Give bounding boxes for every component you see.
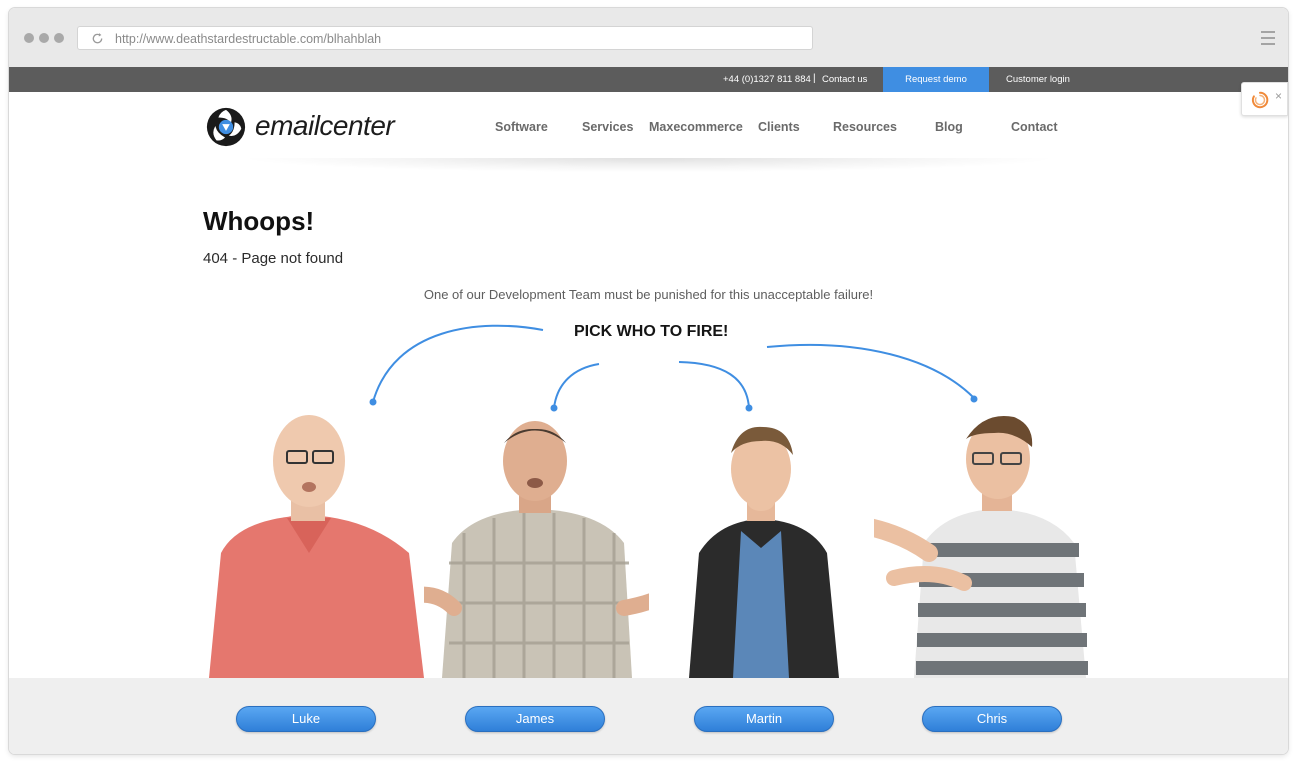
error-subtitle: 404 - Page not found	[203, 250, 344, 267]
side-feedback-widget[interactable]: ×	[1241, 82, 1288, 116]
nav-shadow-divider	[249, 158, 1049, 172]
fire-chris-button[interactable]: Chris	[922, 706, 1062, 732]
nav-blog[interactable]: Blog	[935, 120, 963, 134]
site-logo[interactable]: emailcenter	[205, 106, 395, 150]
fire-martin-button[interactable]: Martin	[694, 706, 834, 732]
nav-clients[interactable]: Clients	[758, 120, 800, 134]
person-martin[interactable]	[649, 403, 874, 678]
reload-icon[interactable]	[91, 32, 104, 45]
close-window-dot[interactable]	[24, 33, 34, 43]
request-demo-button[interactable]: Request demo	[883, 67, 989, 92]
fire-james-button[interactable]: James	[465, 706, 605, 732]
customer-login-link[interactable]: Customer login	[1006, 74, 1070, 85]
browser-toolbar: http://www.deathstardestructable.com/blh…	[9, 8, 1288, 67]
pointer-arrows	[369, 324, 978, 412]
contact-us-link[interactable]: Contact us	[822, 74, 867, 85]
url-text[interactable]: http://www.deathstardestructable.com/blh…	[115, 32, 381, 46]
nav-maxecommerce[interactable]: Maxecommerce	[649, 120, 743, 134]
emailcenter-logo-icon	[206, 107, 246, 147]
nav-contact[interactable]: Contact	[1011, 120, 1058, 134]
fire-selection-bar: Luke James Martin Chris	[9, 678, 1288, 754]
person-luke[interactable]	[199, 403, 424, 678]
window-controls	[24, 33, 64, 43]
person-chris[interactable]	[874, 403, 1099, 678]
arrow-to-martin	[678, 361, 750, 409]
person-james[interactable]	[424, 403, 649, 678]
utility-separator: |	[813, 73, 816, 84]
intro-text: One of our Development Team must be puni…	[423, 287, 874, 302]
nav-software[interactable]: Software	[495, 120, 548, 134]
nav-services[interactable]: Services	[582, 120, 633, 134]
team-photo	[199, 403, 1099, 678]
minimize-window-dot[interactable]	[39, 33, 49, 43]
utility-bar: +44 (0)1327 811 884 | Contact us Request…	[9, 67, 1288, 92]
brand-name: emailcenter	[255, 110, 395, 141]
arrow-to-luke	[372, 324, 544, 403]
nav-resources[interactable]: Resources	[833, 120, 897, 134]
arrow-to-chris	[766, 343, 975, 399]
browser-window: http://www.deathstardestructable.com/blh…	[9, 8, 1288, 754]
spinner-icon	[1251, 91, 1269, 109]
close-icon[interactable]: ×	[1275, 89, 1282, 103]
arrow-to-james	[553, 363, 600, 409]
fire-luke-button[interactable]: Luke	[236, 706, 376, 732]
address-bar[interactable]: http://www.deathstardestructable.com/blh…	[77, 26, 813, 50]
hamburger-menu-icon[interactable]	[1261, 31, 1275, 45]
phone-number: +44 (0)1327 811 884	[723, 74, 811, 85]
page-title: Whoops!	[203, 206, 315, 236]
zoom-window-dot[interactable]	[54, 33, 64, 43]
